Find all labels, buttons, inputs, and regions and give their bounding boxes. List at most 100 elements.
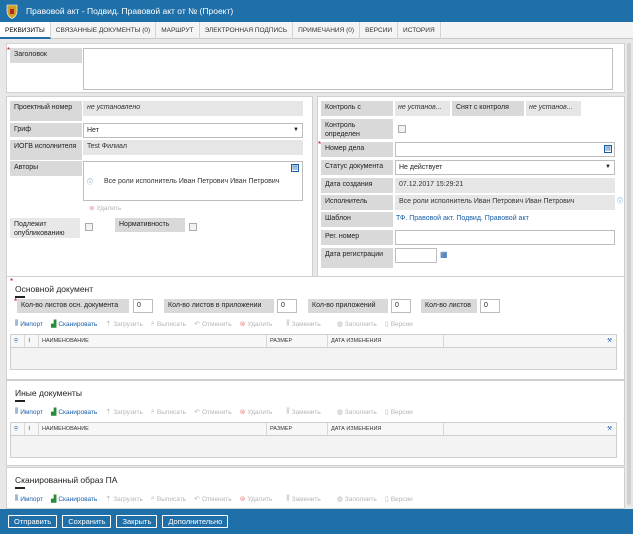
cancel-button[interactable]: ↶ Отменить bbox=[194, 408, 232, 417]
case-number-input[interactable]: ▤ bbox=[395, 142, 615, 157]
import-button[interactable]: ⫼ Импорт bbox=[15, 320, 43, 328]
upload-button[interactable]: ⇡ Загрузить bbox=[105, 320, 143, 329]
cancel-label: Отменить bbox=[201, 408, 232, 416]
search-icon[interactable]: ⚲ bbox=[11, 423, 25, 435]
replace-button[interactable]: ⫼ Заменить bbox=[286, 320, 320, 328]
cancel-button[interactable]: ↶ Отменить bbox=[194, 320, 232, 329]
fill-icon: ◍ bbox=[336, 409, 343, 416]
reg-number-input[interactable] bbox=[395, 230, 615, 245]
tab-history[interactable]: ИСТОРИЯ bbox=[398, 22, 441, 39]
fill-button[interactable]: ◍ Заполнить bbox=[337, 320, 377, 329]
search-icon: ⌕ bbox=[150, 495, 155, 502]
import-button[interactable]: ⫼ Импорт bbox=[15, 408, 43, 416]
main-doc-toolbar: ⫼ Импорт ▟ Сканировать ⇡ Загрузить ⌕ Выписат… bbox=[15, 320, 421, 328]
delete-author-button[interactable]: ⊗ Удалить bbox=[89, 204, 121, 213]
settings-icon[interactable]: ⚒ bbox=[444, 335, 616, 347]
column-name[interactable]: НАИМЕНОВАНИЕ bbox=[39, 423, 267, 435]
settings-icon[interactable]: ⚒ bbox=[444, 423, 616, 435]
sheets-main-label: Кол-во листов осн. документа bbox=[14, 297, 129, 313]
search-icon: ⌕ bbox=[150, 408, 155, 415]
column-date[interactable]: ДАТА ИЗМЕНЕНИЯ bbox=[328, 335, 444, 347]
form-content: Заголовок Проектный номер не установлено… bbox=[0, 39, 633, 509]
replace-button[interactable]: ⫼ Заменить bbox=[286, 495, 320, 503]
case-picker-icon[interactable]: ▤ bbox=[604, 145, 612, 153]
upload-button[interactable]: ⇡ Загрузить bbox=[105, 495, 143, 504]
versions-button[interactable]: ▯ Версии bbox=[385, 320, 413, 329]
fill-button[interactable]: ◍ Заполнить bbox=[336, 408, 377, 417]
delete-button[interactable]: ⊗ Удалить bbox=[239, 495, 273, 504]
versions-label: Версии bbox=[390, 320, 413, 328]
main-doc-grid-header: ⚲ ⌇ НАИМЕНОВАНИЕ РАЗМЕР ДАТА ИЗМЕНЕНИЯ ⚒ bbox=[10, 334, 617, 348]
window-title: Правовой акт - Подвид. Правовой акт от №… bbox=[26, 6, 234, 16]
sheets-input[interactable]: 0 bbox=[480, 299, 500, 313]
apps-label: Кол-во приложений bbox=[308, 299, 388, 313]
close-button[interactable]: Закрыть bbox=[116, 515, 158, 528]
search-icon[interactable]: ⚲ bbox=[11, 335, 25, 347]
normative-checkbox[interactable] bbox=[189, 223, 197, 231]
delete-icon: ⊗ bbox=[239, 496, 246, 503]
tab-digital-signature[interactable]: ЭЛЕКТРОННАЯ ПОДПИСЬ bbox=[200, 22, 294, 39]
sheets-main-input[interactable]: 0 bbox=[133, 299, 153, 313]
import-button[interactable]: ⫼ Импорт bbox=[15, 495, 43, 503]
checkout-button[interactable]: ⌕ Выписать bbox=[151, 320, 186, 328]
send-button[interactable]: Отправить bbox=[8, 515, 58, 528]
info-icon: ⓘ bbox=[617, 199, 624, 205]
versions-button[interactable]: ▯ Версии bbox=[385, 408, 413, 417]
replace-button[interactable]: ⫼ Заменить bbox=[286, 408, 320, 416]
authors-list[interactable]: ▤ ⓘ Все роли исполнитель Иван Петрович И… bbox=[83, 161, 303, 201]
column-size[interactable]: РАЗМЕР bbox=[267, 335, 328, 347]
vertical-scrollbar[interactable] bbox=[627, 43, 631, 505]
more-button[interactable]: Дополнительно bbox=[162, 515, 229, 528]
column-date[interactable]: ДАТА ИЗМЕНЕНИЯ bbox=[328, 423, 444, 435]
title-input[interactable] bbox=[83, 48, 613, 90]
tab-notes[interactable]: ПРИМЕЧАНИЯ (0) bbox=[293, 22, 361, 39]
checkout-button[interactable]: ⌕ Выписать bbox=[151, 408, 186, 416]
scanner-icon: ▟ bbox=[50, 409, 57, 416]
tab-versions[interactable]: ВЕРСИИ bbox=[360, 22, 399, 39]
tab-requisites[interactable]: РЕКВИЗИТЫ bbox=[0, 22, 51, 39]
versions-button[interactable]: ▯ Версии bbox=[385, 495, 413, 504]
delete-button[interactable]: ⊗ Удалить bbox=[239, 320, 273, 329]
checkout-button[interactable]: ⌕ Выписать bbox=[151, 495, 186, 503]
template-link[interactable]: ТФ. Правовой акт. Подвид. Правовой акт bbox=[396, 214, 529, 224]
upload-label: Загрузить bbox=[113, 320, 143, 328]
save-button[interactable]: Сохранить bbox=[62, 515, 112, 528]
column-size[interactable]: РАЗМЕР bbox=[267, 423, 328, 435]
upload-label: Загрузить bbox=[113, 408, 143, 416]
delete-button[interactable]: ⊗ Удалить bbox=[240, 408, 273, 417]
undo-icon: ↶ bbox=[194, 496, 200, 503]
grif-select[interactable]: Нет ▼ bbox=[83, 123, 303, 138]
authors-add-icon[interactable]: ▤ bbox=[291, 164, 299, 172]
attachment-icon: ⌇ bbox=[25, 335, 39, 347]
executor-label: Исполнитель bbox=[321, 195, 393, 210]
tab-route[interactable]: МАРШРУТ bbox=[156, 22, 200, 39]
sheets-app-input[interactable]: 0 bbox=[277, 299, 297, 313]
import-label: Импорт bbox=[20, 320, 43, 328]
apps-input[interactable]: 0 bbox=[391, 299, 411, 313]
cancel-button[interactable]: ↶ Отменить bbox=[194, 495, 232, 504]
delete-icon: ⊗ bbox=[89, 205, 95, 212]
status-select[interactable]: Не действует ▼ bbox=[395, 160, 615, 175]
main-document-title: Основной документ bbox=[15, 284, 94, 294]
calendar-icon[interactable]: ▦ bbox=[440, 250, 448, 259]
chevron-down-icon: ▼ bbox=[293, 127, 299, 133]
replace-label: Заменить bbox=[291, 320, 321, 328]
project-number-value: не установлено bbox=[87, 104, 141, 111]
status-label: Статус документа bbox=[321, 160, 393, 175]
chevron-down-icon: ▼ bbox=[605, 164, 611, 170]
scanned-toolbar: ⫼ Импорт ▟ Сканировать ⇡ Загрузить ⌕ Выписат… bbox=[15, 495, 421, 503]
fill-button[interactable]: ◍ Заполнить bbox=[337, 495, 377, 504]
column-name[interactable]: НАИМЕНОВАНИЕ bbox=[39, 335, 267, 347]
reg-date-input[interactable] bbox=[395, 248, 437, 263]
upload-button[interactable]: ⇡ Загрузить bbox=[105, 408, 143, 417]
tab-related-documents[interactable]: СВЯЗАННЫЕ ДОКУМЕНТЫ (0) bbox=[51, 22, 157, 39]
publish-checkbox[interactable] bbox=[85, 223, 93, 231]
reg-number-label: Рег. номер bbox=[321, 230, 393, 245]
versions-label: Версии bbox=[390, 408, 413, 416]
scan-button[interactable]: ▟ Сканировать bbox=[51, 495, 97, 504]
sheets-label: Кол-во листов bbox=[421, 299, 477, 313]
control-defined-checkbox[interactable] bbox=[398, 125, 406, 133]
scan-button[interactable]: ▟ Сканировать bbox=[51, 320, 97, 329]
scan-button[interactable]: ▟ Сканировать bbox=[50, 408, 97, 417]
delete-icon: ⊗ bbox=[239, 321, 246, 328]
